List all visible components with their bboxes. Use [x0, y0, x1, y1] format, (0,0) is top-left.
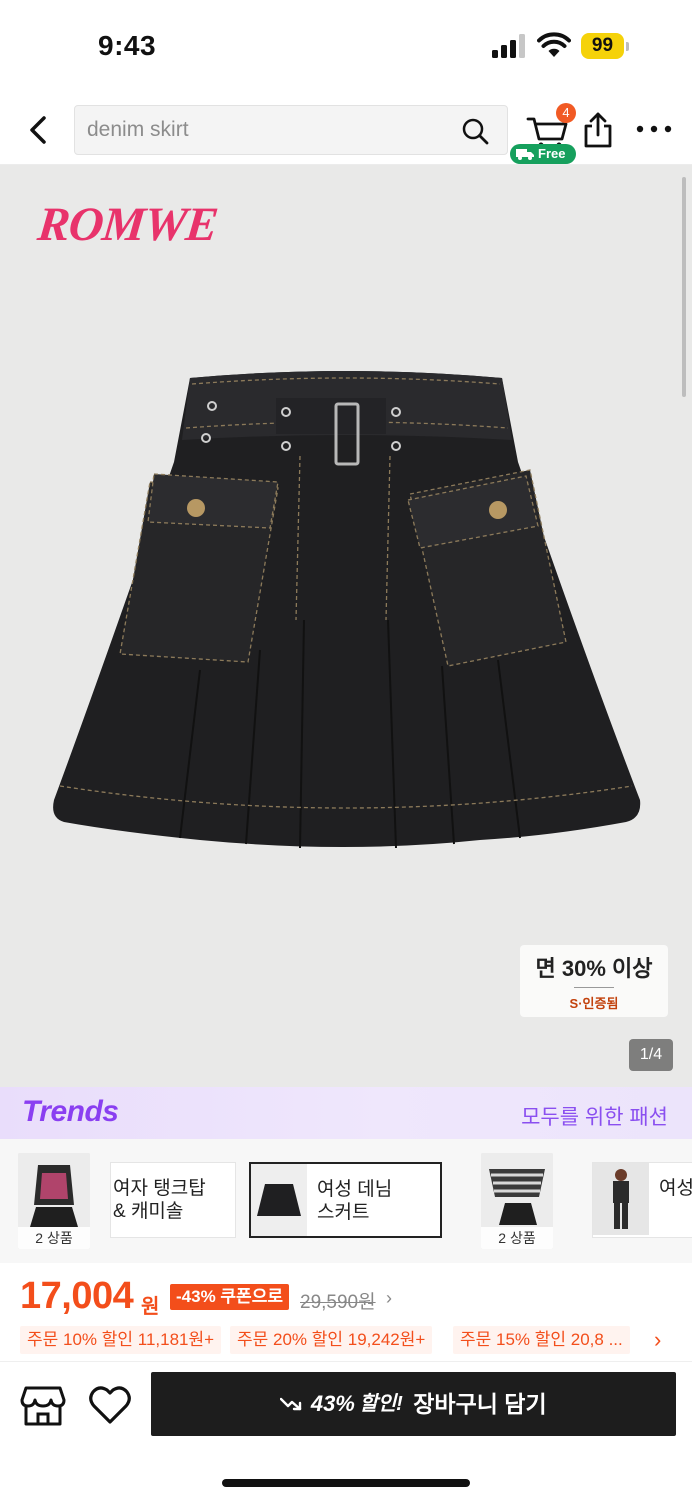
share-icon[interactable]: [582, 111, 614, 149]
store-icon[interactable]: [20, 1384, 66, 1428]
cart-discount-suffix: 할인!: [359, 1393, 403, 1415]
scroll-indicator: [682, 177, 686, 397]
truck-icon: [516, 149, 534, 160]
chip-label: 여성 데님 스커트: [317, 1179, 393, 1223]
top-nav: 4 Free: [0, 95, 692, 165]
trend-chip-denim-skirts[interactable]: 여성 데님 스커트: [249, 1162, 442, 1238]
search-input[interactable]: [87, 106, 447, 154]
product-page: 9:43 99 denim skirt 4 Free ROMWE 면 30% 이…: [0, 0, 692, 1500]
product-image-gallery[interactable]: ROMWE 면 30% 이상 S·인증됨 1/4: [0, 165, 692, 1087]
trending-down-icon: [280, 1397, 302, 1411]
cert-title: 면 30% 이상: [535, 956, 653, 981]
chip-thumbnail: [593, 1163, 649, 1235]
signal-icon: [492, 34, 525, 58]
trends-slogan: 모두를 위한 패션: [521, 1106, 668, 1129]
promo-offer[interactable]: 주문 10% 할인 11,181원+: [20, 1326, 222, 1354]
trends-banner[interactable]: Trends 모두를 위한 패션: [0, 1087, 692, 1139]
search-bar[interactable]: [74, 105, 508, 155]
cert-subtitle: S·인증됨: [569, 996, 619, 1011]
chevron-right-icon[interactable]: ›: [654, 1325, 670, 1355]
more-icon[interactable]: [634, 121, 674, 137]
trend-chip-tank-tops[interactable]: 여자 탱크탑 & 캐미솔: [110, 1162, 236, 1238]
trend-thumb-card[interactable]: 2 상품: [18, 1153, 90, 1249]
search-icon[interactable]: [461, 117, 489, 145]
chevron-right-icon[interactable]: ›: [386, 1288, 392, 1309]
home-indicator[interactable]: [222, 1479, 470, 1487]
trends-logo: Trends: [22, 1095, 119, 1128]
status-time: 9:43: [98, 30, 157, 61]
trend-thumb-card[interactable]: 2 상품: [481, 1153, 553, 1249]
bottom-action-bar: 43% 할인! 장바구니 담기: [0, 1361, 692, 1500]
thumb-count: 2 상품: [481, 1227, 553, 1249]
brand-logo: ROMWE: [35, 198, 220, 251]
cart-count-badge: 4: [556, 103, 576, 123]
coupon-discount-tag: -43% 쿠폰으로: [170, 1284, 289, 1310]
battery-level: 99: [581, 33, 624, 59]
certification-badge: 면 30% 이상 S·인증됨: [520, 945, 668, 1017]
promo-offer[interactable]: 주문 20% 할인 19,242원+: [230, 1326, 433, 1354]
product-photo-denim-skirt: [53, 371, 641, 849]
trend-chip-women[interactable]: 여성: [592, 1162, 692, 1238]
price-section: 17,004 원 -43% 쿠폰으로 29,590원 › 주문 10% 할인 1…: [0, 1263, 692, 1361]
price-currency: 원: [141, 1296, 160, 1318]
chip-label: 여성: [659, 1178, 692, 1199]
free-shipping-label: Free: [538, 146, 566, 161]
add-to-cart-label: 장바구니 담기: [413, 1391, 547, 1417]
status-bar: 9:43 99: [0, 0, 692, 95]
free-shipping-tag: Free: [510, 144, 576, 164]
thumb-count: 2 상품: [18, 1227, 90, 1249]
original-price[interactable]: 29,590원: [300, 1287, 376, 1314]
image-counter: 1/4: [629, 1039, 673, 1071]
battery-indicator: 99: [581, 33, 629, 59]
trend-chips-row[interactable]: 2 상품 여자 탱크탑 & 캐미솔 여성 데님 스커트 2 상품 여성: [0, 1139, 692, 1263]
add-to-cart-button[interactable]: 43% 할인! 장바구니 담기: [151, 1372, 676, 1436]
cart-discount-percent: 43%: [310, 1391, 355, 1416]
back-arrow-icon[interactable]: [22, 110, 56, 150]
heart-icon[interactable]: [88, 1384, 132, 1426]
wifi-icon: [537, 32, 571, 57]
promo-offer[interactable]: 주문 15% 할인 20,8 ...: [453, 1326, 630, 1354]
chip-thumbnail: [251, 1164, 307, 1236]
chip-label: 여자 탱크탑 & 캐미솔: [113, 1178, 206, 1222]
current-price: 17,004: [20, 1275, 134, 1317]
